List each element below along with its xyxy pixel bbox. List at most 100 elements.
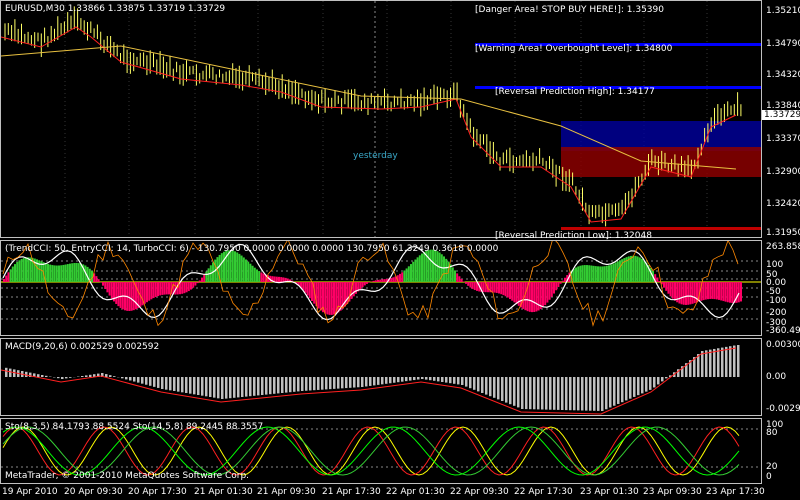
macd-indicator-pane[interactable]: MACD(9,20,6) 0.002529 0.002592	[0, 338, 762, 416]
cci-histogram-bar	[588, 265, 591, 282]
time-tick: 23 Apr 17:30	[706, 487, 765, 497]
macd-histogram-bar	[433, 377, 436, 381]
macd-title: MACD(9,20,6) 0.002529 0.002592	[5, 342, 160, 352]
cci-histogram-bar	[403, 270, 406, 282]
macd-histogram-bar	[713, 348, 716, 377]
cci-histogram-bar	[181, 282, 184, 294]
cci-histogram-bar	[245, 259, 247, 282]
cci-histogram-bar	[392, 277, 395, 282]
cci-histogram-bar	[106, 282, 109, 293]
macd-histogram-bar	[185, 377, 188, 393]
macd-histogram-bar	[253, 377, 256, 396]
sto-tick: 0	[766, 472, 772, 482]
cci-histogram-bar	[16, 262, 19, 282]
price-chart-canvas[interactable]	[1, 1, 761, 237]
cci-histogram-bar	[238, 253, 241, 282]
cci-histogram-bar	[282, 277, 285, 282]
cci-histogram-bar	[108, 282, 111, 296]
cci-histogram-bar	[3, 278, 5, 282]
cci-histogram-bar	[163, 282, 166, 295]
macd-histogram-bar	[529, 377, 532, 410]
cci-histogram-bar	[363, 282, 366, 286]
macd-histogram-bar	[129, 377, 132, 381]
cci-histogram-bar	[132, 282, 135, 311]
price-scale[interactable]: 1.35210 1.34790 1.34320 1.33840 1.33370 …	[762, 0, 800, 238]
macd-histogram-bar	[177, 377, 180, 392]
reversal-high-label: [Reversal Prediction High]: 1.34177	[495, 87, 655, 97]
cci-histogram-bar	[311, 282, 313, 301]
macd-histogram-bar	[493, 377, 496, 398]
cci-histogram-bar	[473, 282, 476, 291]
cci-histogram-bar	[185, 282, 188, 293]
macd-tick: -0.00294	[766, 404, 800, 414]
cci-histogram-bar	[75, 262, 78, 282]
macd-histogram-bar	[321, 377, 324, 390]
cci-tick: 100	[766, 260, 784, 270]
cci-histogram-bar	[454, 270, 456, 282]
time-tick: 19 Apr 2010	[2, 487, 58, 497]
macd-histogram-bar	[473, 377, 476, 390]
macd-histogram-bar	[561, 377, 564, 410]
macd-histogram-bar	[301, 377, 304, 391]
macd-histogram-bar	[105, 374, 108, 377]
macd-histogram-bar	[533, 377, 536, 410]
cci-histogram-bar	[110, 282, 113, 299]
cci-histogram-bar	[731, 282, 734, 303]
cci-tick: -200	[766, 308, 787, 318]
cci-histogram-bar	[443, 256, 445, 282]
cci-histogram-bar	[465, 282, 467, 284]
cci-histogram-bar	[324, 282, 327, 314]
macd-histogram-bar	[213, 377, 216, 398]
cci-histogram-bar	[557, 282, 560, 287]
cci-histogram-bar	[729, 282, 731, 303]
macd-histogram-bar	[501, 377, 504, 401]
cci-histogram-bar	[421, 253, 423, 282]
price-chart-pane[interactable]: EURUSD,M30 1.33866 1.33875 1.33719 1.337…	[0, 0, 762, 241]
cci-histogram-bar	[718, 282, 720, 300]
stochastic-scale: 100 80 20 0	[762, 418, 800, 484]
cci-histogram-bar	[157, 282, 159, 297]
danger-area-label: [Danger Area! STOP BUY HERE!]: 1.35390	[475, 5, 664, 15]
cci-histogram-bar	[416, 257, 419, 282]
cci-histogram-bar	[379, 279, 382, 282]
macd-histogram-bar	[133, 377, 136, 382]
cci-histogram-bar	[229, 250, 232, 282]
macd-histogram-bar	[149, 377, 152, 386]
cci-scale: 263.8585 100 50 0.00 -50 -100 -200 -300 …	[762, 240, 800, 336]
cci-histogram-bar	[548, 282, 551, 300]
cci-histogram-bar	[509, 282, 511, 300]
cci-histogram-bar	[564, 277, 566, 282]
cci-histogram-bar	[691, 282, 694, 304]
macd-histogram-bar	[329, 377, 332, 390]
cci-histogram-bar	[256, 269, 258, 282]
cci-histogram-bar	[546, 282, 549, 303]
macd-histogram-bar	[385, 377, 388, 384]
cci-histogram-bar	[427, 250, 430, 282]
price-tick: 1.32420	[766, 199, 800, 209]
cci-histogram-bar	[280, 277, 283, 282]
cci-histogram-bar	[590, 265, 593, 282]
macd-histogram-bar	[565, 377, 568, 411]
macd-histogram-bar	[661, 377, 664, 382]
macd-histogram-bar	[165, 377, 168, 390]
cci-histogram-bar	[689, 282, 692, 305]
cci-histogram-bar	[359, 282, 362, 290]
cci-histogram-bar	[18, 260, 21, 282]
macd-histogram-bar	[209, 377, 212, 397]
cci-histogram-bar	[434, 250, 437, 282]
cci-histogram-bar	[456, 273, 459, 282]
cci-histogram-bar	[117, 282, 120, 307]
cci-histogram-bar	[634, 255, 637, 282]
macd-histogram-bar	[285, 377, 288, 393]
cci-histogram-bar	[713, 282, 716, 300]
macd-histogram-bar	[325, 377, 328, 390]
stochastic-indicator-pane[interactable]: Sto(8,3,5) 84.1793 88.5524 Sto(14,5,8) 8…	[0, 418, 762, 484]
cci-histogram-bar	[513, 282, 516, 303]
cci-indicator-pane[interactable]: (TrendCCI: 50, EntryCCI: 14, TurboCCI: 6…	[0, 240, 762, 336]
time-tick: 20 Apr 17:30	[128, 487, 187, 497]
cci-histogram-bar	[234, 251, 236, 282]
macd-histogram-bar	[349, 377, 352, 388]
cci-histogram-bar	[205, 271, 208, 282]
macd-histogram-bar	[169, 377, 172, 391]
macd-histogram-bar	[297, 377, 300, 392]
